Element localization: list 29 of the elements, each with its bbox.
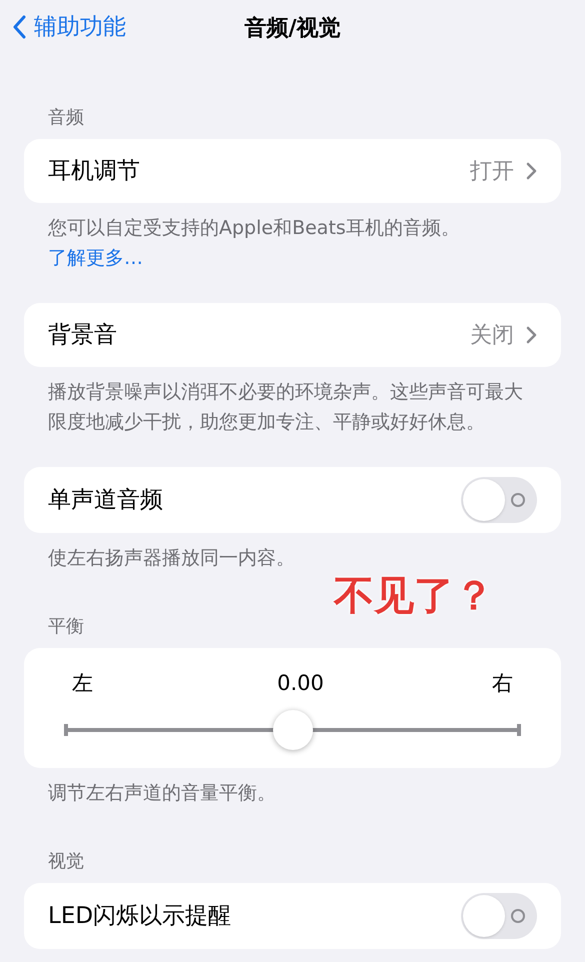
settings-row[interactable]: 背景音 关闭 bbox=[24, 303, 561, 367]
section-header: 音频 bbox=[47, 106, 85, 130]
annotation-text: 不见了？ bbox=[334, 572, 494, 621]
back-button[interactable]: 辅助功能 bbox=[12, 10, 126, 44]
row-value: 打开 bbox=[470, 158, 514, 186]
section-footer: 调节左右声道的音量平衡。 bbox=[24, 778, 561, 808]
chevron-left-icon bbox=[12, 15, 26, 40]
slider-thumb[interactable] bbox=[272, 710, 312, 750]
slider-track[interactable] bbox=[64, 710, 521, 750]
settings-row[interactable]: 耳机调节 打开 bbox=[24, 139, 561, 203]
learn-more-link[interactable]: 了解更多… bbox=[48, 247, 143, 269]
toggle-switch[interactable] bbox=[461, 477, 537, 523]
nav-title: 音频/视觉 bbox=[244, 14, 341, 43]
toggle-switch[interactable] bbox=[461, 893, 537, 939]
section-footer: 您可以自定受支持的Apple和Beats耳机的音频。 了解更多… bbox=[24, 213, 561, 273]
chevron-right-icon bbox=[526, 326, 537, 344]
chevron-right-icon bbox=[526, 162, 537, 180]
section-header: 平衡 bbox=[47, 615, 85, 639]
section-header: 视觉 bbox=[47, 850, 85, 874]
off-indicator-icon bbox=[511, 493, 525, 507]
off-indicator-icon bbox=[511, 909, 525, 923]
balance-reading: 0.00 bbox=[277, 670, 324, 697]
balance-left-label: 左 bbox=[72, 670, 93, 697]
section-footer: 使左右扬声器播放同一内容。 bbox=[24, 543, 561, 573]
balance-right-label: 右 bbox=[492, 670, 513, 697]
row-label: 单声道音频 bbox=[48, 486, 163, 515]
row-label: LED闪烁以示提醒 bbox=[48, 902, 232, 931]
row-value: 关闭 bbox=[470, 322, 514, 350]
section-footer: 播放背景噪声以消弭不必要的环境杂声。这些声音可最大限度地减少干扰，助您更加专注、平静或好好休息。 bbox=[24, 377, 561, 437]
